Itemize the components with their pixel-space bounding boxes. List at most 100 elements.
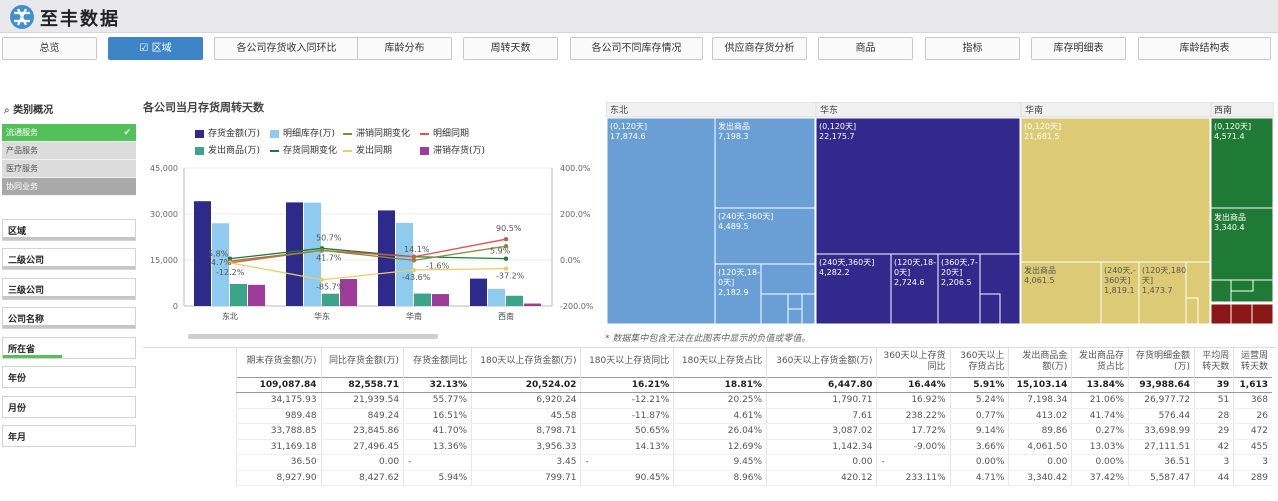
table-total-row[interactable]: 109,087.84 82,558.71 32.13% 20,524.02 16.21%…	[236, 376, 1272, 393]
bar[interactable]	[506, 295, 523, 306]
table-cell: 7,198.34	[1008, 392, 1072, 409]
column-header[interactable]: 期末存货金额(万)	[236, 347, 322, 377]
table-cell: 5.94%	[403, 470, 472, 486]
legend-item[interactable]: 明细库存(万)	[270, 126, 335, 139]
table-cell: 16.44%	[876, 376, 951, 393]
series-point[interactable]	[319, 277, 325, 282]
x-axis-tick: 华南	[406, 311, 422, 321]
column-header[interactable]: 发出商品金额(万)	[1008, 347, 1072, 377]
category-item-collab[interactable]: 协同业务	[2, 178, 136, 196]
treemap-cell-label: (120天,18-	[894, 258, 936, 267]
tab-company-inventory[interactable]: 各公司不同库存情况	[570, 37, 703, 60]
tab-supplier[interactable]: 供应商存货分析	[712, 37, 807, 60]
filter-year-month[interactable]: 年月	[2, 425, 136, 447]
legend-item[interactable]: 存货同期变化	[270, 143, 337, 156]
bar[interactable]	[414, 293, 431, 306]
table-cell: 28	[1194, 408, 1234, 424]
filter-level3-company[interactable]: 三级公司	[2, 278, 136, 300]
table-row[interactable]: 8,927.90 8,427.62 5.94% 799.71 90.45% 8.96% 42…	[236, 470, 1272, 486]
category-item-medical[interactable]: 医疗服务	[2, 160, 136, 178]
column-header[interactable]: 180天以上存货金额(万)	[471, 347, 581, 377]
filter-year[interactable]: 年份	[2, 366, 136, 388]
treemap-cell-label: 发出商品	[1214, 212, 1246, 222]
legend-item[interactable]: 存货金额(万)	[195, 126, 260, 139]
bar[interactable]	[248, 284, 265, 306]
table-row[interactable]: 989.48 849.24 16.51% 45.58 -11.87% 4.61% 7.61 2…	[236, 408, 1272, 424]
column-header[interactable]: 180天以上存货占比	[673, 347, 767, 377]
legend-item[interactable]: 明细同期	[420, 126, 469, 139]
tab-inventory-detail[interactable]: 库存明细表	[1031, 37, 1126, 60]
treemap-note: * 数据集中包含无法在此图表中显示的负值或零值。	[605, 334, 811, 344]
bar[interactable]	[322, 293, 339, 306]
legend-item[interactable]: 滞销存货(万)	[420, 143, 485, 156]
column-header[interactable]: 存货金额同比	[403, 347, 472, 377]
category-item-product[interactable]: 产品服务	[2, 142, 136, 160]
filter-company-name[interactable]: 公司名称	[2, 307, 136, 329]
tab-indicators[interactable]: 指标	[925, 37, 1020, 60]
tab-overview[interactable]: 总览	[2, 37, 97, 60]
table-header-row: 期末存货金额(万) 同比存货金额(万) 存货金额同比 180天以上存货金额(万)…	[236, 347, 1272, 377]
column-header[interactable]: 同比存货金额(万)	[320, 347, 404, 377]
treemap-cell-label: (0,120天]	[1214, 122, 1251, 131]
table-cell: 238.22%	[876, 408, 951, 424]
legend-item[interactable]: 发出商品(万)	[195, 143, 260, 156]
table-row[interactable]: 31,169.18 27,496.45 13.36% 3,956.33 14.13% 12…	[236, 439, 1272, 455]
treemap-cell[interactable]	[606, 117, 716, 325]
tab-aging[interactable]: 库龄分布	[357, 37, 452, 60]
series-point[interactable]	[319, 248, 325, 253]
table-cell: 4,061.50	[1008, 439, 1072, 455]
table-row[interactable]: 33,788.85 23,845.86 41.70% 8,798.71 50.65% 26…	[236, 423, 1272, 440]
table-cell: 27,111.51	[1128, 439, 1195, 455]
table-cell: 0.00	[766, 454, 877, 471]
table-cell: 576.44	[1128, 408, 1195, 424]
tab-turnover-days[interactable]: 周转天数	[463, 37, 558, 60]
series-point[interactable]	[411, 267, 417, 273]
table-cell: 15,103.14	[1008, 376, 1072, 393]
table-cell: 34,175.93	[236, 392, 322, 409]
filter-level2-company[interactable]: 二级公司	[2, 248, 136, 270]
column-header[interactable]: 发出商品存货占比	[1071, 347, 1129, 377]
column-header[interactable]: 180天以上存货同比	[580, 347, 674, 377]
column-header[interactable]: 360天以上存货占比	[949, 347, 1009, 377]
column-header[interactable]: 平均周转天数	[1194, 347, 1234, 377]
tab-aging-structure[interactable]: 库龄结构表	[1138, 37, 1271, 60]
table-cell: 4.71%	[949, 470, 1009, 486]
legend-item[interactable]: 发出同期	[343, 143, 392, 156]
column-header[interactable]: 360天以上存货同比	[876, 347, 951, 377]
series-point[interactable]	[503, 236, 509, 242]
table-cell: 12.69%	[673, 439, 767, 455]
data-label: 14.1%	[404, 245, 430, 254]
y2-axis-tick: 200.0%	[560, 210, 591, 219]
table-row[interactable]: 36.50 0.00-3.45-9.45% 0.00-0.00% 0.00 0.00% 3…	[236, 454, 1272, 471]
category-overview-header: ⌕ 类别概况	[4, 105, 54, 116]
bar[interactable]	[524, 303, 541, 306]
filter-region[interactable]: 区域	[2, 219, 136, 241]
bar[interactable]	[432, 294, 449, 306]
column-header[interactable]: 360天以上存货金额(万)	[766, 347, 877, 377]
filter-month[interactable]: 月份	[2, 396, 136, 418]
bar[interactable]	[230, 283, 247, 306]
category-item-circulation[interactable]: 流通服务 ✔	[2, 124, 136, 142]
table-row[interactable]: 34,175.93 21,939.54 55.77% 6,920.24 -12.21% 2…	[236, 392, 1272, 409]
tab-product[interactable]: 商品	[818, 37, 913, 60]
bar[interactable]	[470, 278, 487, 306]
bar[interactable]	[488, 288, 505, 306]
table-cell: 36.50	[236, 454, 322, 471]
column-header[interactable]: 运营周转天数	[1233, 347, 1272, 377]
series-line[interactable]	[229, 262, 507, 281]
series-point[interactable]	[503, 256, 509, 261]
treemap-region-label: 西南	[1214, 104, 1232, 116]
data-label: 90.5%	[496, 224, 522, 233]
brand-logo-icon	[10, 5, 34, 29]
column-header[interactable]: 存货明细金额(万)	[1128, 347, 1195, 377]
series-point[interactable]	[503, 266, 509, 271]
bar[interactable]	[396, 222, 413, 306]
filter-province[interactable]: 所在省	[2, 337, 136, 359]
tab-company-yoy[interactable]: 各公司存货收入同环比	[214, 37, 359, 60]
series-point[interactable]	[411, 258, 417, 263]
tab-region[interactable]: ☑ 区域	[108, 37, 203, 60]
legend-item[interactable]: 滞销同期变化	[343, 126, 410, 139]
table-cell: 41.70%	[403, 423, 472, 440]
data-label: -85.7%	[316, 283, 345, 292]
chart-scrollbar[interactable]	[188, 334, 438, 339]
